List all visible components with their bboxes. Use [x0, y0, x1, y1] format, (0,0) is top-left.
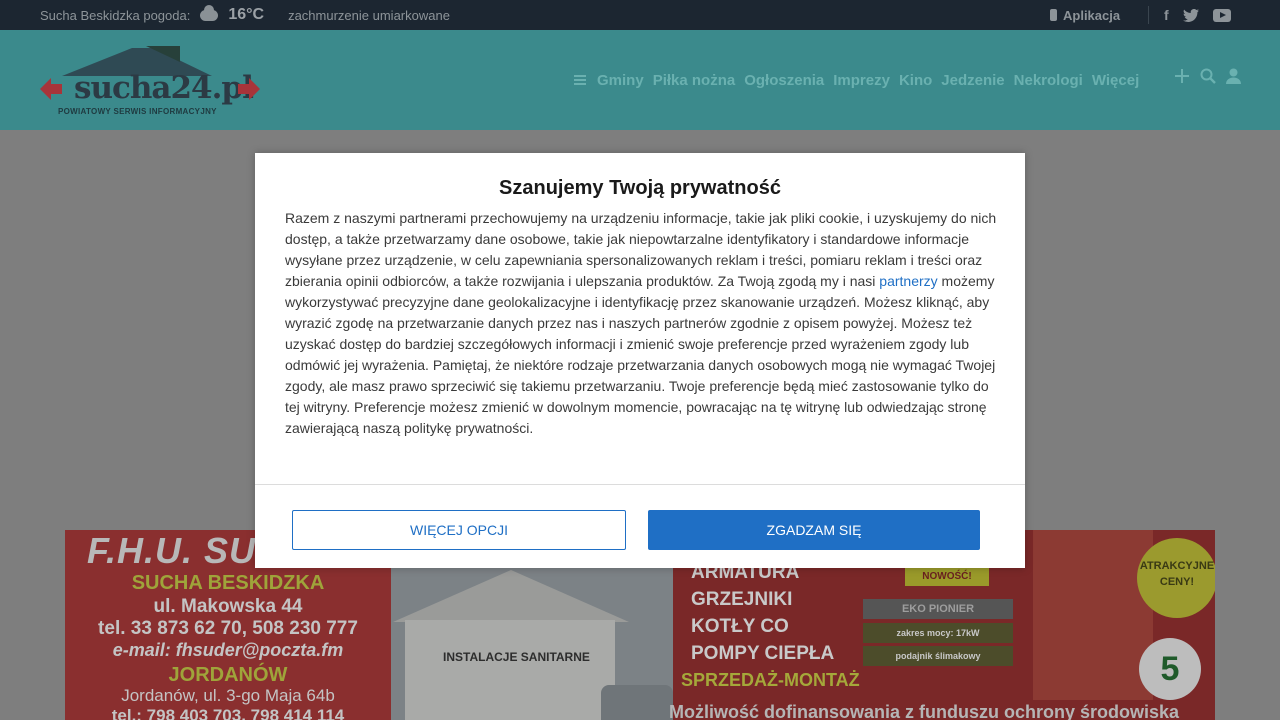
ad-city: SUCHA BESKIDZKA	[131, 572, 325, 594]
social-links: f	[1164, 0, 1231, 30]
ad-car	[601, 685, 673, 720]
nav-item-ogloszenia[interactable]: Ogłoszenia	[744, 72, 824, 89]
partners-link[interactable]: partnerzy	[879, 273, 937, 289]
cloud-icon	[200, 4, 219, 21]
nav-item-jedzenie[interactable]: Jedzenie	[941, 72, 1004, 89]
ad-street: ul. Makowska 44	[153, 596, 303, 617]
ad-new-badge: NOWOŚĆ!	[905, 568, 989, 586]
site-logo[interactable]: sucha24.pl POWIATOWY SERWIS INFORMACYJNY	[40, 42, 262, 120]
ad-street2: Jordanów, ul. 3-go Maja 64b	[121, 686, 335, 705]
ad-promo-badge: ATRAKCYJNE CENY!	[1137, 538, 1215, 618]
main-nav: Gminy Piłka nożna Ogłoszenia Imprezy Kin…	[574, 60, 1139, 100]
ad-product-name: EKO PIONIER	[863, 599, 1013, 619]
consent-text-part2: możemy wykorzystywać precyzyjne dane geo…	[285, 273, 996, 436]
ad-city2: JORDANÓW	[168, 664, 288, 686]
ad-power: zakres mocy: 17kW	[863, 623, 1013, 643]
ad-phone2: tel.: 798 403 703, 798 414 114	[111, 706, 345, 720]
ad-product: KOTŁY CO	[691, 616, 789, 637]
facebook-icon[interactable]: f	[1164, 7, 1169, 23]
header-tools	[1174, 68, 1241, 84]
ad-feeder: podajnik ślimakowy	[863, 646, 1013, 666]
more-options-button[interactable]: WIĘCEJ OPCJI	[292, 510, 626, 550]
weather-widget[interactable]: Sucha Beskidzka pogoda: 16°C zachmurzeni…	[40, 0, 450, 30]
ad-company: F.H.U. SU	[87, 530, 257, 571]
consent-dialog: Szanujemy Twoją prywatność Razem z naszy…	[255, 153, 1025, 568]
top-bar: Sucha Beskidzka pogoda: 16°C zachmurzeni…	[0, 0, 1280, 30]
ad-shop-sign: INSTALACJE SANITARNE	[443, 650, 590, 664]
user-icon[interactable]	[1226, 68, 1241, 84]
site-header: sucha24.pl POWIATOWY SERWIS INFORMACYJNY…	[0, 30, 1280, 130]
ad-bottom-text: Możliwość dofinansowania z funduszu ochr…	[669, 702, 1180, 720]
search-icon[interactable]	[1200, 68, 1216, 84]
nav-item-pilka-nozna[interactable]: Piłka nożna	[653, 72, 736, 89]
topbar-divider	[1148, 6, 1149, 24]
add-icon[interactable]	[1174, 68, 1190, 84]
phone-icon	[1050, 9, 1057, 21]
logo-tagline: POWIATOWY SERWIS INFORMACYJNY	[58, 107, 217, 116]
ad-sales: SPRZEDAŻ-MONTAŻ	[681, 670, 860, 690]
nav-item-imprezy[interactable]: Imprezy	[833, 72, 890, 89]
ad-product: POMPY CIEPŁA	[691, 643, 835, 664]
ad-product: GRZEJNIKI	[691, 589, 793, 610]
nav-item-gminy[interactable]: Gminy	[597, 72, 644, 89]
nav-item-wiecej[interactable]: Więcej	[1092, 72, 1139, 89]
app-link[interactable]: Aplikacja	[1050, 0, 1120, 30]
ad-house-roof	[393, 570, 629, 622]
nav-item-kino[interactable]: Kino	[899, 72, 932, 89]
ad-phone: tel. 33 873 62 70, 508 230 777	[98, 618, 358, 639]
youtube-icon[interactable]	[1212, 8, 1231, 22]
agree-button[interactable]: ZGADZAM SIĘ	[648, 510, 980, 550]
consent-text: Razem z naszymi partnerami przechowujemy…	[285, 208, 999, 439]
ad-boiler-image	[1033, 530, 1153, 700]
arrow-left-icon	[40, 78, 62, 100]
arrow-right-icon	[238, 78, 260, 100]
consent-divider	[255, 484, 1025, 485]
logo-text: sucha24.pl	[74, 70, 254, 106]
ad-house	[405, 620, 615, 720]
ad-email: e-mail: fhsuder@poczta.fm	[112, 640, 344, 660]
consent-title: Szanujemy Twoją prywatność	[499, 177, 781, 199]
nav-item-nekrologi[interactable]: Nekrologi	[1014, 72, 1083, 89]
weather-label: Sucha Beskidzka pogoda:	[40, 7, 191, 23]
twitter-icon[interactable]	[1182, 8, 1199, 22]
menu-icon[interactable]	[574, 75, 586, 85]
temperature: 16°C	[228, 6, 265, 23]
ad-class-badge: 5	[1139, 638, 1201, 700]
weather-condition: zachmurzenie umiarkowane	[288, 7, 450, 23]
app-label: Aplikacja	[1063, 7, 1121, 23]
